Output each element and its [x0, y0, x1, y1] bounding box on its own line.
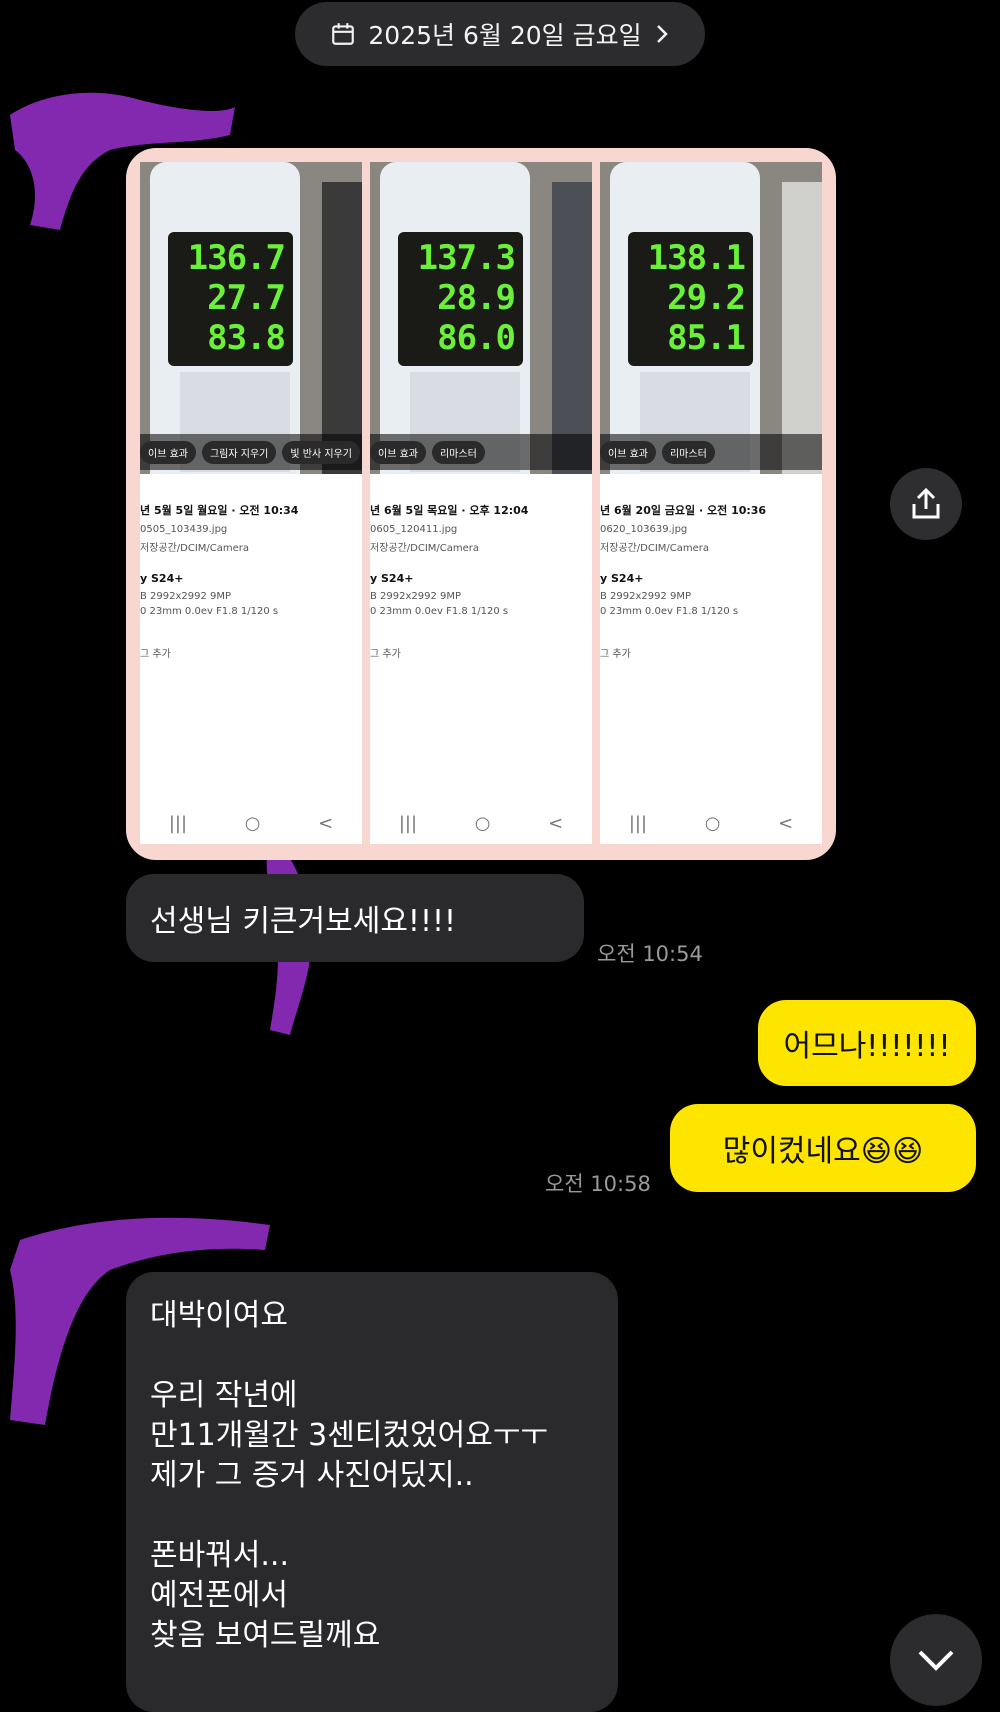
- photo-model: y S24+: [600, 572, 644, 585]
- edit-chip[interactable]: 리마스터: [431, 440, 485, 464]
- android-navbar: ||| ○ <: [370, 808, 592, 838]
- back-icon: <: [778, 812, 794, 834]
- back-icon: <: [548, 812, 564, 834]
- photo-path: 저장공간/DCIM/Camera: [600, 543, 710, 554]
- edit-chip[interactable]: 리마스터: [661, 440, 715, 464]
- edit-chip[interactable]: 그림자 지우기: [201, 440, 277, 464]
- photo-filename: 0620_103639.jpg: [600, 524, 688, 535]
- photo-date: 년 5월 5일 월요일 · 오전 10:34: [140, 504, 299, 517]
- date-label: 2025년 6월 20일 금요일: [368, 21, 642, 50]
- photo-tag: 그 추가: [140, 649, 171, 660]
- share-icon: [912, 487, 940, 519]
- photo-thumbnail[interactable]: 136.7 27.7 83.8 이브 효과 그림자 지우기 빛 반사 지우기 년…: [140, 162, 362, 844]
- photo-filename: 0605_120411.jpg: [370, 524, 458, 535]
- photo-exif: 0 23mm 0.0ev F1.8 1/120 s: [140, 606, 279, 617]
- message-text: 어므나!!!!!!!: [783, 1029, 951, 1064]
- photo-date: 년 6월 5일 목요일 · 오후 12:04: [370, 504, 529, 517]
- bmi-reading: 83.8: [207, 318, 286, 358]
- edit-chip-bar: 이브 효과 리마스터: [600, 434, 822, 470]
- incoming-message[interactable]: 대박이여요 우리 작년에 만11개월간 3센티컸었어요ㅜㅜ 제가 그 증거 사진…: [126, 1272, 618, 1712]
- stadiometer-display: 136.7 27.7 83.8: [168, 232, 293, 366]
- photo-thumbnail[interactable]: 138.1 29.2 85.1 이브 효과 리마스터 년 6월 20일 금요일 …: [600, 162, 822, 844]
- message-text: 선생님 키큰거보세요!!!!: [150, 904, 457, 939]
- photo-resolution: B 2992x2992 9MP: [370, 591, 462, 602]
- home-icon: ○: [244, 812, 261, 834]
- photo-resolution: B 2992x2992 9MP: [600, 591, 692, 602]
- weight-reading: 28.9: [437, 278, 516, 318]
- incoming-message[interactable]: 선생님 키큰거보세요!!!!: [126, 874, 584, 962]
- recent-apps-icon: |||: [168, 812, 188, 834]
- weight-reading: 29.2: [667, 278, 746, 318]
- height-reading: 138.1: [647, 238, 746, 278]
- outgoing-message[interactable]: 많이컸네요😆😆: [670, 1104, 976, 1192]
- edit-chip[interactable]: 이브 효과: [370, 440, 426, 464]
- back-icon: <: [318, 812, 334, 834]
- photo-exif: 0 23mm 0.0ev F1.8 1/120 s: [370, 606, 509, 617]
- photo-model: y S24+: [140, 572, 184, 585]
- chevron-right-icon: [656, 25, 668, 43]
- photo-tag: 그 추가: [600, 649, 631, 660]
- photo-details: 년 6월 20일 금요일 · 오전 10:36 0620_103639.jpg …: [600, 502, 822, 660]
- android-navbar: ||| ○ <: [600, 808, 822, 838]
- edit-chip-bar: 이브 효과 리마스터: [370, 434, 592, 470]
- photo-tag: 그 추가: [370, 649, 401, 660]
- scroll-to-bottom-button[interactable]: [890, 1614, 982, 1706]
- android-navbar: ||| ○ <: [140, 808, 362, 838]
- photo-details: 년 5월 5일 월요일 · 오전 10:34 0505_103439.jpg 저…: [140, 502, 362, 660]
- edit-chip[interactable]: 이브 효과: [140, 440, 196, 464]
- photo-filename: 0505_103439.jpg: [140, 524, 228, 535]
- photo-thumbnail[interactable]: 137.3 28.9 86.0 이브 효과 리마스터 년 6월 5일 목요일 ·…: [370, 162, 592, 844]
- message-text: 많이컸네요😆😆: [722, 1134, 924, 1169]
- photo-model: y S24+: [370, 572, 414, 585]
- calendar-icon: [332, 23, 355, 45]
- share-button[interactable]: [890, 468, 962, 540]
- photo-resolution: B 2992x2992 9MP: [140, 591, 232, 602]
- edit-chip[interactable]: 이브 효과: [600, 440, 656, 464]
- chevron-down-icon: [918, 1650, 954, 1671]
- message-timestamp: 오전 10:58: [545, 1172, 651, 1196]
- message-timestamp: 오전 10:54: [597, 942, 703, 966]
- photo-date: 년 6월 20일 금요일 · 오전 10:36: [600, 504, 767, 517]
- photo-path: 저장공간/DCIM/Camera: [370, 543, 480, 554]
- height-reading: 136.7: [187, 238, 286, 278]
- recent-apps-icon: |||: [628, 812, 648, 834]
- photo-path: 저장공간/DCIM/Camera: [140, 543, 250, 554]
- weight-reading: 27.7: [207, 278, 286, 318]
- edit-chip-bar: 이브 효과 그림자 지우기 빛 반사 지우기: [140, 434, 362, 470]
- bmi-reading: 85.1: [667, 318, 746, 358]
- message-text: 대박이여요 우리 작년에 만11개월간 3센티컸었어요ㅜㅜ 제가 그 증거 사진…: [150, 1298, 548, 1653]
- photo-collage[interactable]: 136.7 27.7 83.8 이브 효과 그림자 지우기 빛 반사 지우기 년…: [126, 148, 836, 860]
- date-header[interactable]: 2025년 6월 20일 금요일: [295, 2, 705, 66]
- recent-apps-icon: |||: [398, 812, 418, 834]
- edit-chip[interactable]: 빛 반사 지우기: [282, 440, 360, 464]
- height-reading: 137.3: [417, 238, 516, 278]
- home-icon: ○: [474, 812, 491, 834]
- photo-exif: 0 23mm 0.0ev F1.8 1/120 s: [600, 606, 739, 617]
- stadiometer-display: 138.1 29.2 85.1: [628, 232, 753, 366]
- outgoing-message[interactable]: 어므나!!!!!!!: [758, 1000, 976, 1086]
- home-icon: ○: [704, 812, 721, 834]
- photo-details: 년 6월 5일 목요일 · 오후 12:04 0605_120411.jpg 저…: [370, 502, 592, 660]
- stadiometer-display: 137.3 28.9 86.0: [398, 232, 523, 366]
- bmi-reading: 86.0: [437, 318, 516, 358]
